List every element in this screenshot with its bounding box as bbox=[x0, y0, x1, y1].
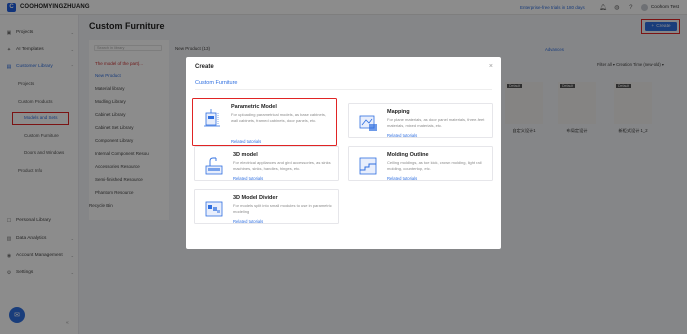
card-molding-outline[interactable]: Molding Outline Ceiling moldings, as toe… bbox=[348, 146, 493, 181]
card-title: Mapping bbox=[387, 109, 410, 115]
mapping-icon bbox=[359, 115, 377, 131]
related-tutorials-link[interactable]: Related tutorials bbox=[387, 133, 417, 138]
related-tutorials-link[interactable]: Related tutorials bbox=[231, 139, 261, 144]
card-description: For uploading parametrical models, as ba… bbox=[231, 112, 326, 123]
card-3d-model-divider[interactable]: 3D Model Divider For models split into s… bbox=[194, 189, 339, 224]
card-title: 3D Model Divider bbox=[233, 195, 278, 201]
parametric-model-icon bbox=[204, 109, 220, 127]
card-mapping[interactable]: Mapping For plane materials, as door pan… bbox=[348, 103, 493, 138]
modal-title: Create bbox=[195, 64, 214, 70]
related-tutorials-link[interactable]: Related tutorials bbox=[387, 176, 417, 181]
card-title: 3D model bbox=[233, 152, 258, 158]
tab-divider bbox=[195, 89, 492, 90]
molding-outline-icon bbox=[359, 157, 377, 175]
card-description: For electrical appliances and gird acces… bbox=[233, 160, 331, 171]
model-divider-icon bbox=[205, 201, 223, 217]
related-tutorials-link[interactable]: Related tutorials bbox=[233, 219, 263, 224]
card-3d-model[interactable]: 3D model For electrical appliances and g… bbox=[194, 146, 339, 181]
card-description: For plane materials, as door panel mater… bbox=[387, 117, 485, 128]
related-tutorials-link[interactable]: Related tutorials bbox=[233, 176, 263, 181]
card-parametric-model[interactable]: Parametric Model For uploading parametri… bbox=[192, 98, 337, 146]
close-icon[interactable]: × bbox=[489, 63, 493, 70]
card-description: For models split into small modules to u… bbox=[233, 203, 332, 214]
card-title: Molding Outline bbox=[387, 152, 429, 158]
create-modal: Create × Custom Furniture Parametric Mod… bbox=[186, 57, 501, 249]
card-title: Parametric Model bbox=[231, 104, 277, 110]
card-description: Ceiling moldings, as toe kick, crown mol… bbox=[387, 160, 482, 171]
3d-model-icon bbox=[205, 157, 223, 175]
